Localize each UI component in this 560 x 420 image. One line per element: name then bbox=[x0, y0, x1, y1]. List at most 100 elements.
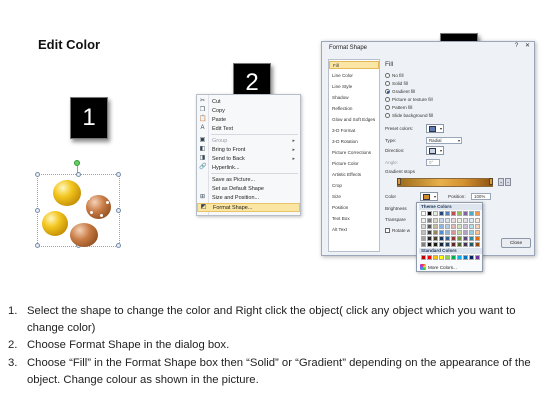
color-swatch[interactable] bbox=[469, 211, 474, 216]
rotation-handle[interactable] bbox=[74, 160, 80, 166]
direction-button[interactable]: ▾ bbox=[426, 146, 444, 155]
color-swatch[interactable] bbox=[463, 242, 468, 247]
color-swatch[interactable] bbox=[463, 255, 468, 260]
color-button[interactable]: ▾ bbox=[420, 192, 438, 201]
color-swatch[interactable] bbox=[469, 236, 474, 241]
menu-item-group[interactable]: ▣ Group ▸ bbox=[197, 136, 300, 145]
color-swatch[interactable] bbox=[451, 224, 456, 229]
radio-gradient-fill[interactable]: Gradient fill bbox=[385, 89, 415, 94]
color-swatch[interactable] bbox=[421, 230, 426, 235]
nav-picture-corrections[interactable]: Picture Corrections bbox=[329, 149, 379, 157]
help-icon[interactable]: ? bbox=[512, 43, 521, 50]
radio-slide-background-fill[interactable]: Slide background fill bbox=[385, 113, 433, 118]
menu-item-set-default-shape[interactable]: Set as Default Shape bbox=[197, 184, 300, 193]
nav-fill[interactable]: Fill bbox=[329, 61, 379, 69]
nav-line-color[interactable]: Line Color bbox=[329, 72, 379, 80]
resize-handle[interactable] bbox=[116, 208, 121, 213]
color-swatch[interactable] bbox=[445, 255, 450, 260]
color-swatch[interactable] bbox=[475, 218, 480, 223]
color-swatch[interactable] bbox=[427, 230, 432, 235]
close-button[interactable]: Close bbox=[501, 238, 531, 248]
nav-reflection[interactable]: Reflection bbox=[329, 105, 379, 113]
resize-handle[interactable] bbox=[35, 172, 40, 177]
color-swatch[interactable] bbox=[475, 211, 480, 216]
color-swatch[interactable] bbox=[451, 218, 456, 223]
color-swatch[interactable] bbox=[469, 218, 474, 223]
color-swatch[interactable] bbox=[457, 218, 462, 223]
color-swatch[interactable] bbox=[457, 230, 462, 235]
resize-handle[interactable] bbox=[35, 243, 40, 248]
color-swatch[interactable] bbox=[433, 236, 438, 241]
nav-glow[interactable]: Glow and Soft Edges bbox=[329, 116, 379, 124]
color-swatch[interactable] bbox=[445, 218, 450, 223]
nav-text-box[interactable]: Text Box bbox=[329, 215, 379, 223]
close-icon[interactable]: ✕ bbox=[523, 43, 532, 50]
nav-picture-color[interactable]: Picture Color bbox=[329, 160, 379, 168]
color-swatch[interactable] bbox=[475, 236, 480, 241]
color-swatch[interactable] bbox=[475, 230, 480, 235]
color-swatch[interactable] bbox=[457, 224, 462, 229]
color-swatch[interactable] bbox=[439, 211, 444, 216]
nav-crop[interactable]: Crop bbox=[329, 182, 379, 190]
color-swatch[interactable] bbox=[427, 236, 432, 241]
color-swatch[interactable] bbox=[457, 236, 462, 241]
color-swatch[interactable] bbox=[445, 230, 450, 235]
color-swatch[interactable] bbox=[421, 224, 426, 229]
color-swatch[interactable] bbox=[463, 236, 468, 241]
menu-item-edit-text[interactable]: A Edit Text bbox=[197, 124, 300, 133]
color-swatch[interactable] bbox=[433, 255, 438, 260]
color-swatch[interactable] bbox=[427, 255, 432, 260]
color-swatch[interactable] bbox=[439, 242, 444, 247]
color-swatch[interactable] bbox=[445, 211, 450, 216]
nav-artistic-effects[interactable]: Artistic Effects bbox=[329, 171, 379, 179]
angle-input[interactable]: 0° bbox=[426, 159, 440, 166]
color-swatch[interactable] bbox=[445, 236, 450, 241]
color-swatch[interactable] bbox=[463, 218, 468, 223]
menu-item-hyperlink[interactable]: 🔗 Hyperlink... bbox=[197, 163, 300, 172]
menu-item-bring-to-front[interactable]: ◧ Bring to Front ▸ bbox=[197, 145, 300, 154]
color-swatch[interactable] bbox=[457, 242, 462, 247]
brown-orb[interactable] bbox=[70, 223, 98, 247]
color-swatch[interactable] bbox=[445, 224, 450, 229]
color-swatch[interactable] bbox=[463, 211, 468, 216]
color-swatch[interactable] bbox=[433, 218, 438, 223]
add-stop-icon[interactable]: + bbox=[498, 178, 504, 186]
color-swatch[interactable] bbox=[457, 255, 462, 260]
color-swatch[interactable] bbox=[433, 242, 438, 247]
color-swatch[interactable] bbox=[439, 218, 444, 223]
gradient-stop-handle[interactable] bbox=[397, 178, 401, 185]
nav-alt-text[interactable]: Alt Text bbox=[329, 226, 379, 234]
color-swatch[interactable] bbox=[469, 230, 474, 235]
menu-item-send-to-back[interactable]: ◨ Send to Back ▸ bbox=[197, 154, 300, 163]
nav-size[interactable]: Size bbox=[329, 193, 379, 201]
nav-line-style[interactable]: Line Style bbox=[329, 83, 379, 91]
nav-position[interactable]: Position bbox=[329, 204, 379, 212]
gradient-bar[interactable] bbox=[397, 178, 493, 187]
nav-3d-format[interactable]: 3-D Format bbox=[329, 127, 379, 135]
color-swatch[interactable] bbox=[427, 211, 432, 216]
resize-handle[interactable] bbox=[76, 172, 81, 177]
color-swatch[interactable] bbox=[475, 224, 480, 229]
color-swatch[interactable] bbox=[433, 230, 438, 235]
resize-handle[interactable] bbox=[35, 208, 40, 213]
color-swatch[interactable] bbox=[463, 224, 468, 229]
resize-handle[interactable] bbox=[116, 243, 121, 248]
color-swatch[interactable] bbox=[421, 242, 426, 247]
color-swatch[interactable] bbox=[463, 230, 468, 235]
color-swatch[interactable] bbox=[421, 211, 426, 216]
menu-item-format-shape[interactable]: ◩ Format Shape... bbox=[197, 203, 300, 212]
color-swatch[interactable] bbox=[451, 236, 456, 241]
more-colors-item[interactable]: More Colors... bbox=[420, 264, 457, 270]
color-swatch[interactable] bbox=[451, 255, 456, 260]
color-swatch[interactable] bbox=[433, 211, 438, 216]
selected-shape-group[interactable] bbox=[35, 172, 121, 248]
remove-stop-icon[interactable]: − bbox=[505, 178, 511, 186]
color-swatch[interactable] bbox=[439, 255, 444, 260]
radio-no-fill[interactable]: No fill bbox=[385, 73, 404, 78]
type-select[interactable]: Radial ▾ bbox=[426, 137, 462, 144]
color-swatch[interactable] bbox=[451, 230, 456, 235]
menu-item-size-position[interactable]: ⊞ Size and Position... bbox=[197, 193, 300, 202]
radio-solid-fill[interactable]: Solid fill bbox=[385, 81, 408, 86]
color-swatch[interactable] bbox=[457, 211, 462, 216]
color-swatch[interactable] bbox=[439, 230, 444, 235]
